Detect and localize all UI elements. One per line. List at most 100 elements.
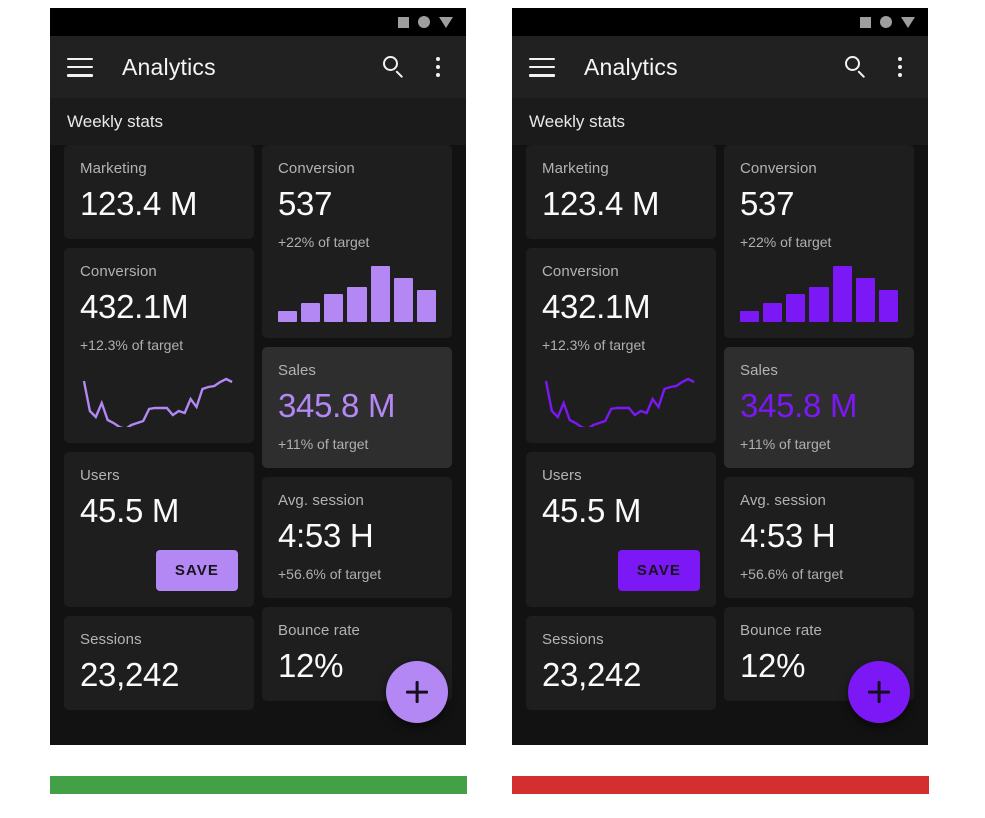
circle-icon	[418, 16, 430, 28]
stats-column-right: Conversion 537 +22% of target Sales 345.…	[262, 145, 452, 710]
stats-column-left: Marketing 123.4 M Conversion 432.1M +12.…	[64, 145, 254, 719]
sparkline-chart	[82, 377, 233, 427]
card-label: Sessions	[542, 631, 604, 648]
section-title: Weekly stats	[512, 98, 928, 145]
add-fab-button[interactable]	[848, 661, 910, 723]
bar-2	[763, 302, 783, 322]
triangle-down-icon	[439, 16, 453, 28]
card-value: 537	[278, 185, 333, 222]
card-subtext: +12.3% of target	[542, 337, 646, 353]
card-label: Avg. session	[278, 492, 364, 509]
card-subtext: +11% of target	[740, 436, 831, 452]
rejected-swatch	[512, 776, 929, 794]
card-marketing[interactable]: Marketing 123.4 M	[64, 145, 254, 239]
hamburger-menu-icon[interactable]	[67, 57, 93, 77]
bar-2	[301, 302, 321, 322]
approved-swatch	[50, 776, 467, 794]
card-label: Conversion	[740, 160, 817, 177]
sparkline-chart	[544, 377, 695, 427]
card-conversion-small[interactable]: Conversion 537 +22% of target	[724, 145, 914, 338]
card-label: Conversion	[278, 160, 355, 177]
bar-7	[416, 289, 436, 322]
card-users[interactable]: Users 45.5 M SAVE	[526, 452, 716, 607]
card-subtext: +11% of target	[278, 436, 369, 452]
card-label: Sales	[278, 362, 317, 379]
card-value: 432.1M	[80, 288, 189, 325]
bar-4	[809, 287, 829, 322]
hamburger-menu-icon[interactable]	[529, 57, 555, 77]
card-label: Sessions	[80, 631, 142, 648]
search-icon[interactable]	[381, 54, 407, 80]
bar-1	[740, 310, 760, 322]
card-label: Users	[542, 467, 582, 484]
card-conversion-small[interactable]: Conversion 537 +22% of target	[262, 145, 452, 338]
card-label: Users	[80, 467, 120, 484]
page-title: Analytics	[122, 53, 216, 80]
add-fab-button[interactable]	[386, 661, 448, 723]
card-subtext: +22% of target	[278, 234, 370, 250]
triangle-down-icon	[901, 16, 915, 28]
card-value: 45.5 M	[80, 492, 180, 529]
bar-chart	[278, 266, 436, 322]
stats-column-right: Conversion 537 +22% of target Sales 345.…	[724, 145, 914, 710]
bar-4	[347, 287, 367, 322]
card-value: 432.1M	[542, 288, 651, 325]
search-icon[interactable]	[843, 54, 869, 80]
card-sessions[interactable]: Sessions 23,242	[526, 616, 716, 710]
square-icon	[398, 16, 409, 28]
kebab-menu-icon[interactable]	[889, 55, 911, 79]
card-label: Bounce rate	[740, 622, 822, 639]
bar-5	[370, 266, 390, 322]
card-label: Marketing	[80, 160, 147, 177]
card-label: Conversion	[542, 263, 619, 280]
card-value: 45.5 M	[542, 492, 642, 529]
stats-board: Marketing 123.4 M Conversion 432.1M +12.…	[512, 145, 928, 745]
bar-6	[855, 278, 875, 322]
status-bar	[512, 8, 928, 36]
stats-column-left: Marketing 123.4 M Conversion 432.1M +12.…	[526, 145, 716, 719]
card-value: 537	[740, 185, 795, 222]
card-value: 4:53 H	[740, 517, 836, 554]
bar-chart	[740, 266, 898, 322]
card-avg-session[interactable]: Avg. session 4:53 H +56.6% of target	[262, 477, 452, 598]
card-label: Avg. session	[740, 492, 826, 509]
card-label: Sales	[740, 362, 779, 379]
card-subtext: +56.6% of target	[278, 566, 382, 582]
bar-3	[324, 294, 344, 322]
card-conversion-large[interactable]: Conversion 432.1M +12.3% of target	[526, 248, 716, 443]
square-icon	[860, 16, 871, 28]
card-subtext: +56.6% of target	[740, 566, 844, 582]
card-sessions[interactable]: Sessions 23,242	[64, 616, 254, 710]
card-value: 345.8 M	[740, 387, 858, 424]
card-subtext: +22% of target	[740, 234, 832, 250]
card-value: 123.4 M	[80, 185, 198, 222]
card-label: Bounce rate	[278, 622, 360, 639]
card-value: 23,242	[80, 656, 180, 693]
save-button[interactable]: SAVE	[617, 550, 700, 591]
card-avg-session[interactable]: Avg. session 4:53 H +56.6% of target	[724, 477, 914, 598]
card-value: 4:53 H	[278, 517, 374, 554]
card-marketing[interactable]: Marketing 123.4 M	[526, 145, 716, 239]
save-button[interactable]: SAVE	[155, 550, 238, 591]
card-label: Marketing	[542, 160, 609, 177]
bar-6	[393, 278, 413, 322]
circle-icon	[880, 16, 892, 28]
bar-5	[832, 266, 852, 322]
phone-preview-left: Analytics Weekly stats Marketing 123.4 M…	[50, 8, 466, 745]
bar-1	[278, 310, 298, 322]
card-subtext: +12.3% of target	[80, 337, 184, 353]
page-title: Analytics	[584, 53, 678, 80]
card-sales[interactable]: Sales 345.8 M +11% of target	[724, 347, 914, 468]
phone-preview-right: Analytics Weekly stats Marketing 123.4 M…	[512, 8, 928, 745]
bar-3	[786, 294, 806, 322]
comparison-stage: Analytics Weekly stats Marketing 123.4 M…	[0, 0, 985, 818]
kebab-menu-icon[interactable]	[427, 55, 449, 79]
card-conversion-large[interactable]: Conversion 432.1M +12.3% of target	[64, 248, 254, 443]
bar-7	[878, 289, 898, 322]
card-users[interactable]: Users 45.5 M SAVE	[64, 452, 254, 607]
app-toolbar: Analytics	[50, 36, 466, 98]
stats-board: Marketing 123.4 M Conversion 432.1M +12.…	[50, 145, 466, 745]
card-value: 345.8 M	[278, 387, 396, 424]
card-sales[interactable]: Sales 345.8 M +11% of target	[262, 347, 452, 468]
app-toolbar: Analytics	[512, 36, 928, 98]
